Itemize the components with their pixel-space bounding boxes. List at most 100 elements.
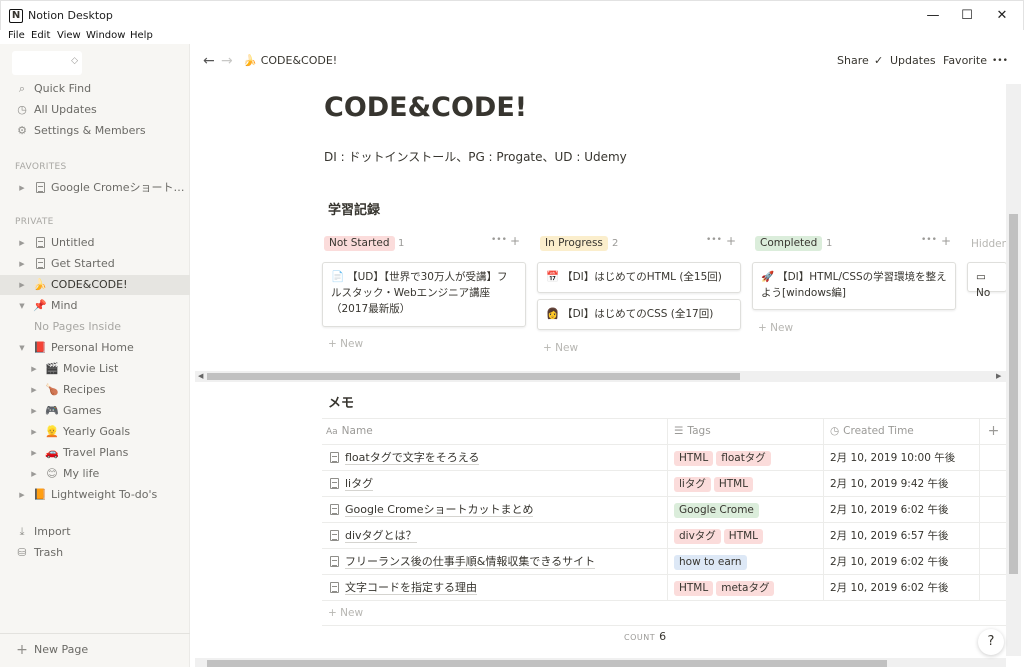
table-row[interactable]: Google Cromeショートカットまとめ Google Crome 2月 1… bbox=[322, 496, 1007, 522]
page-description[interactable]: DI : ドットインストール、PG : Progate、UD : Udemy bbox=[324, 148, 627, 165]
column-more-icon[interactable]: ••• bbox=[706, 235, 722, 245]
column-add-icon[interactable]: + bbox=[726, 234, 736, 248]
sidebar-item-untitled[interactable]: ▶ Untitled bbox=[0, 233, 190, 253]
board-card[interactable]: 📅 【DI】はじめてのHTML (全15回) bbox=[537, 262, 741, 293]
column-add-icon[interactable]: + bbox=[510, 234, 520, 248]
sidebar-item-mind[interactable]: ▼ 📌 Mind bbox=[0, 296, 190, 316]
hidden-column-label[interactable]: Hidden bbox=[971, 238, 1008, 250]
board-card[interactable]: 👩 【DI】はじめてのCSS (全17回) bbox=[537, 299, 741, 330]
sidebar-item-google-crome[interactable]: ▶ Google Cromeショート… bbox=[0, 178, 190, 198]
forward-arrow-icon[interactable]: → bbox=[221, 53, 233, 69]
row-name[interactable]: フリーランス後の仕事手順&情報収集できるサイト bbox=[345, 555, 596, 569]
sidebar-item-movie-list[interactable]: ▶ 🎬 Movie List bbox=[0, 359, 190, 379]
row-name[interactable]: Google Cromeショートカットまとめ bbox=[345, 503, 534, 517]
new-row-button[interactable]: + New bbox=[328, 601, 363, 626]
expand-triangle-icon[interactable]: ▶ bbox=[29, 380, 39, 400]
collapse-triangle-icon[interactable]: ▼ bbox=[17, 338, 27, 358]
table-row[interactable]: divタグとは？ divタグ HTML 2月 10, 2019 6:57 午後 bbox=[322, 522, 1007, 548]
back-arrow-icon[interactable]: ← bbox=[203, 53, 215, 69]
sidebar-all-updates[interactable]: ◷ All Updates bbox=[0, 100, 190, 120]
table-row[interactable]: floatタグで文字をそろえる HTML floatタグ 2月 10, 2019 … bbox=[322, 444, 1007, 470]
breadcrumb[interactable]: 🍌 CODE&CODE! bbox=[243, 54, 337, 67]
sidebar-item-personal-home[interactable]: ▼ 📕 Personal Home bbox=[0, 338, 190, 358]
board-card[interactable]: 🚀 【DI】HTML/CSSの学習環境を整えよう[windows編] bbox=[752, 262, 956, 310]
expand-triangle-icon[interactable]: ▶ bbox=[17, 233, 27, 253]
maximize-button[interactable]: ☐ bbox=[950, 5, 984, 27]
more-options-icon[interactable]: ••• bbox=[992, 56, 1008, 66]
sidebar-item-get-started[interactable]: ▶ Get Started bbox=[0, 254, 190, 274]
menu-edit[interactable]: Edit bbox=[31, 30, 50, 41]
expand-triangle-icon[interactable]: ▶ bbox=[17, 178, 27, 198]
menu-file[interactable]: File bbox=[8, 30, 25, 41]
expand-triangle-icon[interactable]: ▶ bbox=[17, 275, 27, 295]
sidebar-item-travel-plans[interactable]: ▶ 🚗 Travel Plans bbox=[0, 443, 190, 463]
board-column-header: In Progress bbox=[540, 236, 608, 252]
scrollbar-thumb[interactable] bbox=[207, 373, 740, 380]
column-header-name[interactable]: Aa Name bbox=[326, 419, 668, 444]
add-column-button[interactable]: + bbox=[980, 419, 1007, 444]
board-title[interactable]: 学習記録 bbox=[328, 199, 380, 218]
table-row[interactable]: 文字コードを指定する理由 HTML metaタグ 2月 10, 2019 6:02… bbox=[322, 574, 1007, 600]
menu-bar: File Edit View Window Help bbox=[0, 30, 1024, 44]
menu-help[interactable]: Help bbox=[130, 30, 153, 41]
sidebar-settings[interactable]: ⚙ Settings & Members bbox=[0, 121, 190, 141]
sidebar-item-code-and-code[interactable]: ▶ 🍌 CODE&CODE! bbox=[0, 275, 190, 295]
sidebar-item-recipes[interactable]: ▶ 🍗 Recipes bbox=[0, 380, 190, 400]
board-new-card-button[interactable]: + New bbox=[758, 322, 793, 334]
clock-icon: ◷ bbox=[17, 103, 27, 116]
table-row[interactable]: フリーランス後の仕事手順&情報収集できるサイト how to earn 2月 1… bbox=[322, 548, 1007, 574]
row-name[interactable]: liタグ bbox=[345, 477, 374, 491]
scroll-right-icon[interactable]: ▶ bbox=[996, 371, 1001, 382]
page-horizontal-scrollbar[interactable] bbox=[195, 658, 1006, 667]
page-title[interactable]: CODE&CODE! bbox=[324, 92, 527, 123]
expand-triangle-icon[interactable]: ▶ bbox=[29, 422, 39, 442]
board-new-card-button[interactable]: + New bbox=[328, 338, 363, 350]
sidebar-item-games[interactable]: ▶ 🎮 Games bbox=[0, 401, 190, 421]
card-title: 【UD】【世界で30万人が受講】フルスタック・Webエンジニア講座（2017最新… bbox=[331, 271, 508, 315]
close-button[interactable]: ✕ bbox=[985, 5, 1019, 27]
updates-button[interactable]: Updates bbox=[890, 54, 936, 67]
expand-triangle-icon[interactable]: ▶ bbox=[17, 485, 27, 505]
sidebar-import[interactable]: ⤓ Import bbox=[0, 522, 190, 542]
hidden-card[interactable]: ▭ No bbox=[967, 262, 1007, 299]
collapse-triangle-icon[interactable]: ▼ bbox=[17, 296, 27, 316]
board-card[interactable]: 📄 【UD】【世界で30万人が受講】フルスタック・Webエンジニア講座（2017最… bbox=[322, 262, 526, 327]
board-horizontal-scrollbar[interactable]: ◀ ▶ bbox=[195, 371, 1006, 382]
board-new-card-button[interactable]: + New bbox=[543, 342, 578, 354]
favorite-button[interactable]: Favorite bbox=[943, 54, 987, 67]
sidebar-trash[interactable]: ⛁ Trash bbox=[0, 543, 190, 563]
menu-view[interactable]: View bbox=[57, 30, 81, 41]
column-header-created-time[interactable]: ◷ Created Time bbox=[824, 419, 980, 444]
table-new-row[interactable]: + New bbox=[322, 600, 1007, 626]
column-add-icon[interactable]: + bbox=[941, 234, 951, 248]
help-button[interactable]: ? bbox=[978, 629, 1004, 655]
column-more-icon[interactable]: ••• bbox=[921, 235, 937, 245]
sidebar-item-yearly-goals[interactable]: ▶ 👱 Yearly Goals bbox=[0, 422, 190, 442]
new-page-button[interactable]: + New Page bbox=[0, 640, 190, 660]
scrollbar-thumb[interactable] bbox=[1009, 214, 1018, 574]
table-row[interactable]: liタグ liタグ HTML 2月 10, 2019 9:42 午後 bbox=[322, 470, 1007, 496]
column-more-icon[interactable]: ••• bbox=[491, 235, 507, 245]
sidebar-item-lightweight-todos[interactable]: ▶ 📙 Lightweight To-do's bbox=[0, 485, 190, 505]
expand-triangle-icon[interactable]: ▶ bbox=[29, 401, 39, 421]
expand-triangle-icon[interactable]: ▶ bbox=[17, 254, 27, 274]
column-header-tags[interactable]: ☰ Tags bbox=[668, 419, 824, 444]
expand-triangle-icon[interactable]: ▶ bbox=[29, 359, 39, 379]
workspace-switcher[interactable]: ◇ bbox=[12, 51, 82, 75]
minimize-button[interactable]: — bbox=[916, 5, 950, 27]
row-name[interactable]: 文字コードを指定する理由 bbox=[345, 581, 477, 595]
created-time: 2月 10, 2019 10:00 午後 bbox=[830, 452, 956, 464]
menu-window[interactable]: Window bbox=[86, 30, 125, 41]
row-name[interactable]: floatタグで文字をそろえる bbox=[345, 451, 480, 465]
sidebar-item-my-life[interactable]: ▶ 😊 My life bbox=[0, 464, 190, 484]
scroll-left-icon[interactable]: ◀ bbox=[198, 371, 203, 382]
row-name[interactable]: divタグとは？ bbox=[345, 529, 417, 543]
expand-triangle-icon[interactable]: ▶ bbox=[29, 464, 39, 484]
table-title[interactable]: メモ bbox=[328, 392, 354, 411]
expand-triangle-icon[interactable]: ▶ bbox=[29, 443, 39, 463]
share-button[interactable]: Share bbox=[837, 54, 869, 67]
vertical-scrollbar[interactable] bbox=[1006, 84, 1021, 656]
sidebar-quick-find[interactable]: ⌕ Quick Find bbox=[0, 79, 190, 99]
notion-app-icon: N bbox=[9, 9, 23, 23]
scrollbar-thumb[interactable] bbox=[207, 660, 887, 667]
